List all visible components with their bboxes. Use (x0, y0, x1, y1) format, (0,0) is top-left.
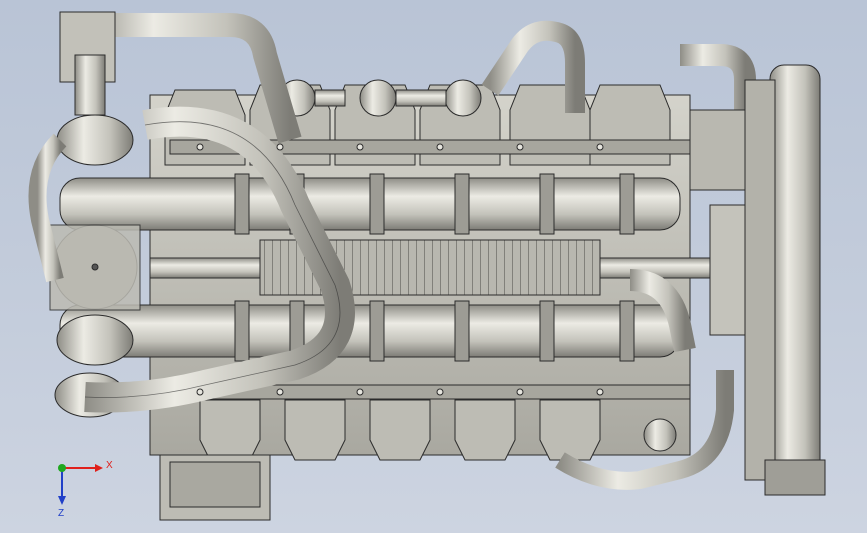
z-arrow-icon (58, 496, 66, 505)
axis-triad: X Z (58, 460, 113, 519)
cad-viewport[interactable]: X Z (0, 0, 867, 533)
x-arrow-icon (95, 464, 103, 472)
z-axis-label: Z (58, 508, 64, 519)
y-axis-dot (58, 464, 66, 472)
x-axis-label: X (106, 460, 113, 471)
